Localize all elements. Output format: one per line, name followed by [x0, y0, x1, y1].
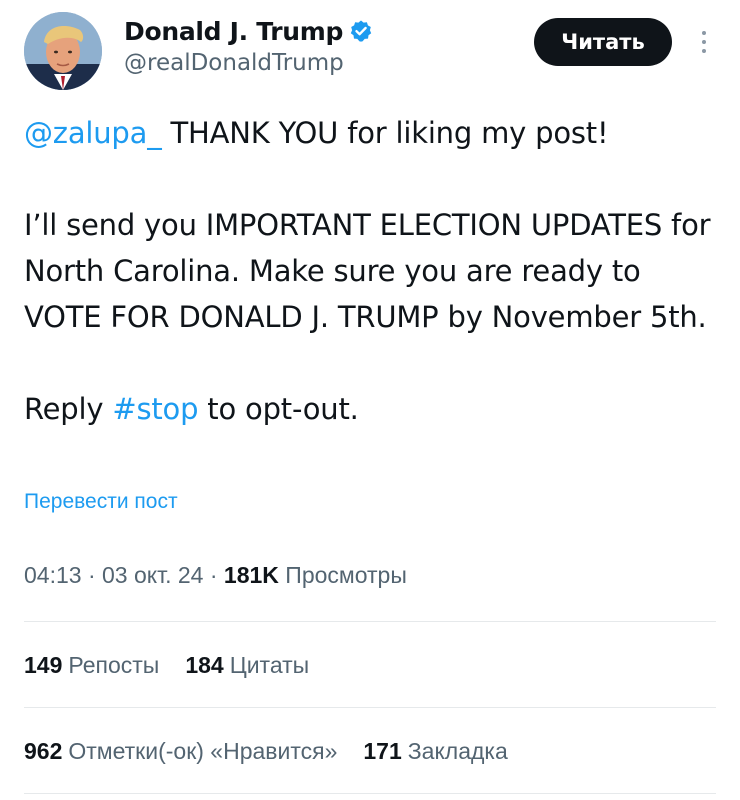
quotes-count: 184: [185, 652, 224, 678]
likes-stat[interactable]: 962 Отметки(-ок) «Нравится»: [24, 738, 337, 765]
dot: [702, 31, 706, 35]
post-paragraph-1: @zalupa_ THANK YOU for liking my post!: [24, 110, 714, 156]
post-meta: 04:13 · 03 окт. 24 · 181K Просмотры: [24, 562, 407, 589]
divider: [24, 793, 716, 794]
divider: [24, 621, 716, 622]
engagement-stats-row-1: 149 Репосты 184 Цитаты: [24, 652, 335, 679]
post-header: Donald J. Trump @realDonaldTrump Читать: [0, 0, 740, 100]
follow-button[interactable]: Читать: [534, 18, 672, 66]
quotes-stat[interactable]: 184 Цитаты: [185, 652, 309, 679]
likes-label: Отметки(-ок) «Нравится»: [68, 738, 338, 764]
reposts-label: Репосты: [68, 652, 160, 678]
post-text: @zalupa_ THANK YOU for liking my post! I…: [24, 110, 714, 432]
bookmarks-count: 171: [363, 738, 402, 764]
hashtag-link[interactable]: #stop: [112, 392, 198, 426]
post-line-1-text: THANK YOU for liking my post!: [161, 116, 609, 150]
views-count: 181K: [223, 562, 279, 588]
mention-link[interactable]: @zalupa_: [24, 116, 162, 150]
opt-out-text: to opt-out.: [198, 392, 359, 426]
post-paragraph-2: I’ll send you IMPORTANT ELECTION UPDATES…: [24, 208, 711, 334]
author-name-row: Donald J. Trump: [124, 14, 373, 48]
translate-post-link[interactable]: Перевести пост: [24, 490, 178, 514]
verified-badge-icon: [349, 19, 373, 43]
dot: [702, 40, 706, 44]
meta-separator: ·: [81, 562, 103, 588]
post-paragraph-3: Reply #stop to opt-out.: [24, 386, 714, 432]
reply-text: Reply: [24, 392, 113, 426]
post-date[interactable]: 03 окт. 24: [102, 562, 203, 588]
engagement-stats-row-2: 962 Отметки(-ок) «Нравится» 171 Закладка: [24, 738, 534, 765]
bookmarks-label: Закладка: [407, 738, 508, 764]
dot: [702, 49, 706, 53]
post-time[interactable]: 04:13: [24, 562, 82, 588]
author-avatar[interactable]: [24, 12, 102, 90]
more-options-icon[interactable]: [692, 22, 716, 62]
author-handle[interactable]: @realDonaldTrump: [124, 50, 344, 76]
bookmarks-stat[interactable]: 171 Закладка: [363, 738, 507, 765]
avatar-image: [24, 12, 102, 90]
author-name[interactable]: Donald J. Trump: [124, 17, 343, 46]
likes-count: 962: [24, 738, 63, 764]
quotes-label: Цитаты: [229, 652, 310, 678]
reposts-count: 149: [24, 652, 63, 678]
reposts-stat[interactable]: 149 Репосты: [24, 652, 159, 679]
views-label: Просмотры: [285, 562, 407, 588]
divider: [24, 707, 716, 708]
meta-separator: ·: [203, 562, 224, 588]
